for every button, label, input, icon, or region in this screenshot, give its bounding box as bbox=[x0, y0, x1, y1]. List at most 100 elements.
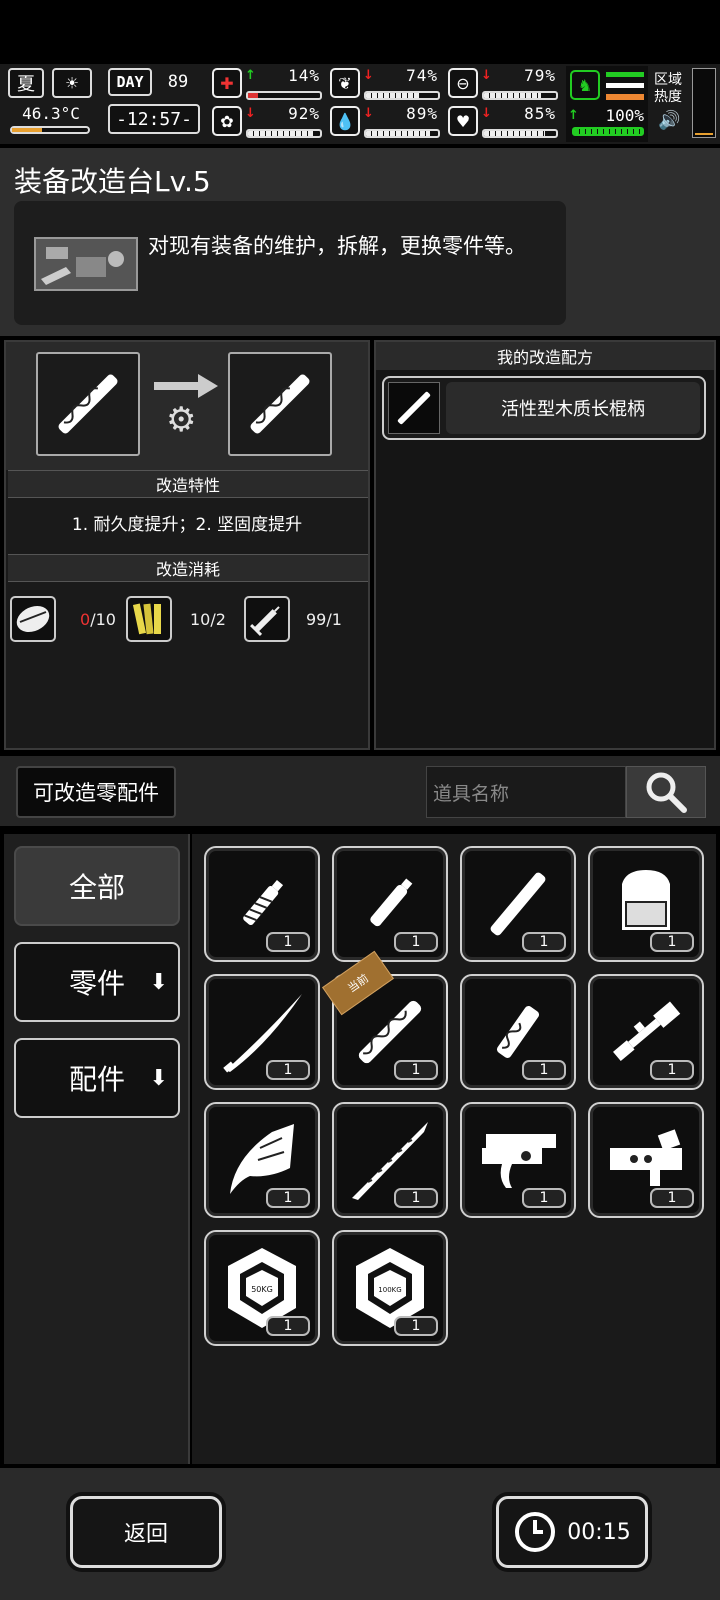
sleep-bar bbox=[482, 91, 558, 100]
description-text: 对现有装备的维护，拆解，更换零件等。 bbox=[148, 234, 526, 258]
mind-bar bbox=[246, 129, 322, 138]
grid-item-long-handle[interactable]: 1 bbox=[460, 846, 576, 962]
wood-cost: 10/2 bbox=[190, 610, 226, 629]
item-grid: 1 1 1 1 1 当前 1 1 1 1 1 1 1 50KG 1 100KG … bbox=[192, 834, 716, 1464]
traits-text: 1. 耐久度提升；2. 坚固度提升 bbox=[71, 515, 303, 535]
season-indicator: 夏 bbox=[8, 68, 44, 98]
stamina-value: 100% bbox=[605, 106, 644, 125]
tool-have: 99 bbox=[306, 610, 327, 629]
grid-item-carved-staff[interactable]: 当前 1 bbox=[322, 950, 448, 1090]
status-hud: 夏 ☀ 46.3°C DAY 89 -12:57- ✚ ↑ 14% ❦ ↓ 74… bbox=[0, 64, 720, 144]
category-sidebar: 全部 零件 ⬇ 配件 ⬇ bbox=[4, 834, 190, 1464]
search-button[interactable] bbox=[626, 766, 706, 818]
source-item-slot[interactable] bbox=[36, 352, 140, 456]
medkit-icon: ✚ bbox=[212, 68, 242, 98]
tool-need: /1 bbox=[326, 610, 342, 629]
syringe-tool-icon[interactable] bbox=[244, 596, 290, 642]
search-input[interactable]: 道具名称 bbox=[426, 766, 626, 818]
recipe-staff-icon bbox=[388, 382, 440, 434]
result-item-slot[interactable] bbox=[228, 352, 332, 456]
fabric-cost: 0/10 bbox=[80, 610, 116, 629]
description-box: 对现有装备的维护，拆解，更换零件等。 bbox=[14, 201, 566, 325]
category-all[interactable]: 全部 bbox=[14, 846, 180, 926]
mood-value: 85% bbox=[524, 104, 556, 123]
clock-readout: -12:57- bbox=[108, 104, 200, 134]
stomach-icon: ❦ bbox=[330, 68, 360, 98]
grid-item-backpack[interactable]: 1 bbox=[588, 846, 704, 962]
sleep-stat: ⊖ ↓ 79% bbox=[448, 66, 558, 102]
speaker-icon[interactable]: 🔊 bbox=[658, 110, 680, 131]
item-quantity: 1 bbox=[650, 932, 694, 952]
weight-50kg-label: 50KG bbox=[251, 1285, 273, 1294]
grid-item-short-handle[interactable]: 1 bbox=[332, 846, 448, 962]
timer-button[interactable]: 00:15 bbox=[496, 1496, 648, 1568]
item-quantity: 1 bbox=[394, 1060, 438, 1080]
recipe-item-label: 活性型木质长棍柄 bbox=[446, 382, 700, 434]
heart-icon: ♥ bbox=[448, 106, 478, 136]
hunger-stat: ❦ ↓ 74% bbox=[330, 66, 440, 102]
item-quantity: 1 bbox=[394, 1316, 438, 1336]
item-quantity: 1 bbox=[650, 1188, 694, 1208]
category-parts[interactable]: 零件 ⬇ bbox=[14, 942, 180, 1022]
item-quantity: 1 bbox=[266, 1060, 310, 1080]
grid-item-weight-50kg[interactable]: 50KG 1 bbox=[204, 1230, 320, 1346]
grid-item-patterned-handle[interactable]: 1 bbox=[460, 974, 576, 1090]
grid-item-serrated-blade[interactable]: 1 bbox=[332, 1102, 448, 1218]
modify-panel: ⚙ 改造特性 1. 耐久度提升；2. 坚固度提升 改造消耗 0/10 10/2 … bbox=[4, 340, 370, 750]
recipe-panel: 我的改造配方 活性型木质长棍柄 bbox=[374, 340, 716, 750]
stamina-panel: ♞ ↑ 100% bbox=[566, 66, 648, 142]
gear-icon: ⚙ bbox=[166, 400, 197, 440]
recipe-item[interactable]: 活性型木质长棍柄 bbox=[382, 376, 706, 440]
workbench-illustration bbox=[34, 237, 138, 291]
hunger-value: 74% bbox=[406, 66, 438, 85]
search-icon bbox=[646, 772, 687, 813]
thirst-stat: 💧 ↓ 89% bbox=[330, 104, 440, 140]
health-stat: ✚ ↑ 14% bbox=[212, 66, 322, 102]
transform-arrow-icon bbox=[154, 374, 218, 398]
category-accessories[interactable]: 配件 ⬇ bbox=[14, 1038, 180, 1118]
water-drop-icon: 💧 bbox=[330, 106, 360, 136]
mood-stat: ♥ ↓ 85% bbox=[448, 104, 558, 140]
day-label: DAY bbox=[108, 68, 152, 96]
stamina-icon: ♞ bbox=[570, 70, 600, 100]
region-heat-label: 区域 热度 bbox=[654, 72, 682, 105]
wood-planks-icon[interactable] bbox=[126, 596, 172, 642]
item-quantity: 1 bbox=[650, 1060, 694, 1080]
weather-sun-icon: ☀ bbox=[52, 68, 92, 98]
region-heat-meter bbox=[692, 68, 716, 138]
grid-item-receiver-part[interactable]: 1 bbox=[588, 1102, 704, 1218]
temperature-bar bbox=[10, 126, 90, 134]
sleep-value: 79% bbox=[524, 66, 556, 85]
tool-cost: 99/1 bbox=[306, 610, 342, 629]
grid-item-wrapped-grip[interactable]: 1 bbox=[204, 846, 320, 962]
thirst-bar bbox=[364, 129, 440, 138]
page-title: 装备改造台Lv.5 bbox=[14, 165, 211, 198]
item-quantity: 1 bbox=[394, 1188, 438, 1208]
stamina-stripes bbox=[606, 72, 644, 100]
arrow-down-icon: ⬇ bbox=[149, 1065, 168, 1091]
category-all-label: 全部 bbox=[68, 871, 125, 904]
health-value: 14% bbox=[288, 66, 320, 85]
grid-item-scope[interactable]: 1 bbox=[588, 974, 704, 1090]
item-quantity: 1 bbox=[394, 932, 438, 952]
grid-item-trigger-assembly[interactable]: 1 bbox=[460, 1102, 576, 1218]
fabric-have: 0 bbox=[80, 610, 91, 629]
grid-item-claw-blade[interactable]: 1 bbox=[204, 1102, 320, 1218]
item-quantity: 1 bbox=[266, 932, 310, 952]
mind-stat: ✿ ↓ 92% bbox=[212, 104, 322, 140]
trend-down-icon: ↓ bbox=[245, 106, 256, 121]
mind-value: 92% bbox=[288, 104, 320, 123]
trend-down-icon: ↓ bbox=[481, 106, 492, 121]
item-quantity: 1 bbox=[522, 932, 566, 952]
category-accessories-label: 配件 bbox=[68, 1063, 125, 1096]
modifiable-parts-button[interactable]: 可改造零配件 bbox=[16, 766, 176, 818]
item-quantity: 1 bbox=[266, 1188, 310, 1208]
grid-item-katana-blade[interactable]: 1 bbox=[204, 974, 320, 1090]
recipe-panel-title: 我的改造配方 bbox=[376, 342, 714, 370]
mood-bar bbox=[482, 129, 558, 138]
back-button[interactable]: 返回 bbox=[70, 1496, 222, 1568]
weight-100kg-label: 100KG bbox=[378, 1286, 401, 1294]
fabric-need: /10 bbox=[90, 610, 116, 629]
grid-item-weight-100kg[interactable]: 100KG 1 bbox=[332, 1230, 448, 1346]
fabric-icon[interactable] bbox=[10, 596, 56, 642]
